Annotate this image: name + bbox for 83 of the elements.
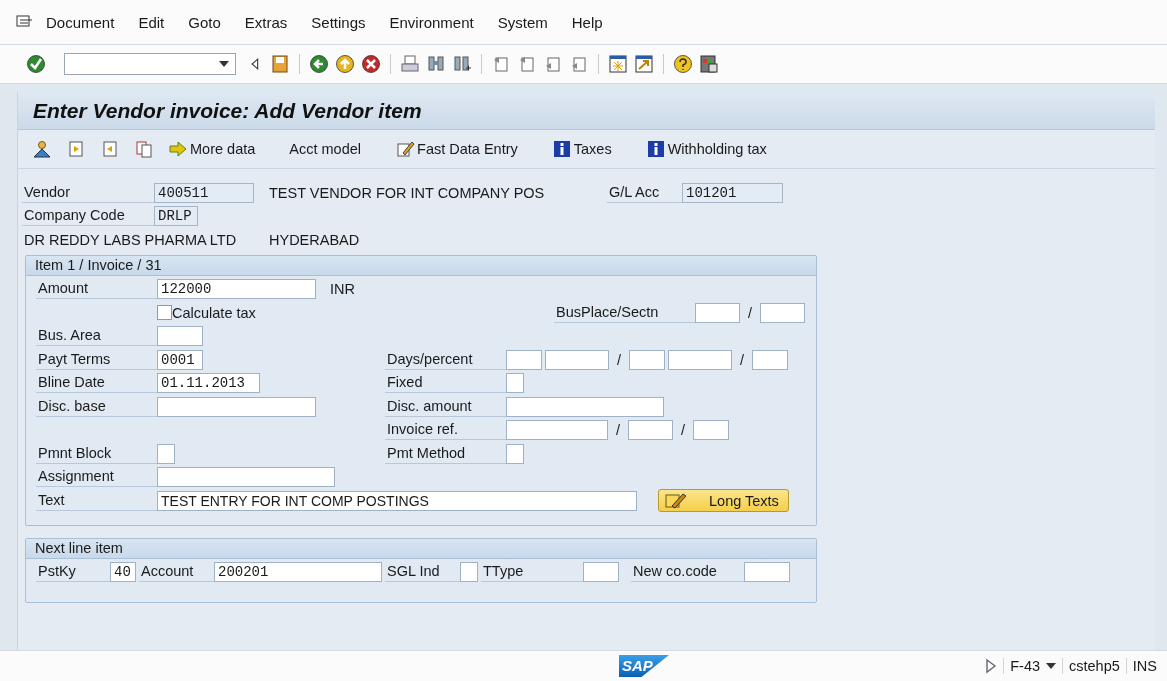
menu-item[interactable]: Extras — [232, 13, 300, 31]
save-icon[interactable] — [270, 54, 290, 74]
menu-item[interactable]: Goto — [176, 13, 233, 31]
discount-amount-field[interactable] — [506, 396, 664, 417]
menu-item[interactable]: System — [485, 13, 560, 31]
transaction-type-field[interactable] — [583, 562, 619, 583]
percent-field[interactable] — [545, 349, 609, 370]
posting-key-field[interactable]: 40 — [110, 562, 136, 583]
info-icon[interactable] — [645, 139, 666, 159]
calculate-tax-checkbox[interactable] — [157, 305, 172, 321]
separator-text: / — [740, 351, 745, 368]
menu-item[interactable]: Edit — [126, 13, 177, 31]
text-field[interactable]: TEST ENTRY FOR INT COMP POSTINGS — [157, 490, 637, 511]
arrow-icon[interactable] — [168, 139, 188, 159]
system-name: cstehp5 — [1062, 658, 1126, 674]
separator-text: / — [681, 422, 686, 439]
find-icon[interactable] — [426, 54, 446, 74]
section-field[interactable] — [760, 302, 806, 323]
pencil-icon — [665, 491, 687, 510]
payment-block-field[interactable] — [157, 443, 175, 464]
cancel-icon[interactable] — [361, 54, 381, 74]
sap-logo: SAP — [619, 655, 669, 677]
toolbar-button[interactable]: Withholding tax — [641, 139, 771, 159]
frame-title: Item 1 / Invoice / 31 — [26, 255, 816, 276]
city-name: HYDERABAD — [269, 231, 360, 248]
amount-field[interactable]: 122000 — [157, 279, 316, 300]
sgl-indicator-field[interactable] — [460, 562, 478, 583]
fiscal-year-field[interactable] — [628, 420, 674, 441]
assignment-field[interactable] — [157, 467, 335, 488]
busplace-field[interactable] — [695, 302, 740, 323]
back-icon[interactable] — [309, 54, 329, 74]
play-triangle-icon[interactable] — [985, 658, 998, 674]
menu-icon[interactable] — [16, 14, 34, 30]
edit-icon[interactable] — [395, 139, 416, 159]
help-icon[interactable] — [673, 54, 693, 74]
days-field[interactable] — [629, 349, 666, 370]
checkbox-label: Calculate tax — [172, 304, 257, 321]
layout-icon[interactable] — [699, 54, 719, 74]
long-texts-button[interactable]: Long Texts — [658, 489, 789, 513]
toolbar-button[interactable]: More data — [164, 139, 260, 159]
company-code-field[interactable]: DRLP — [154, 206, 198, 227]
fixed-field[interactable] — [506, 373, 524, 394]
invoice-ref-field[interactable] — [506, 420, 608, 441]
menu-item[interactable]: Document — [34, 13, 127, 31]
info-icon[interactable] — [551, 139, 572, 159]
percent-field[interactable] — [668, 349, 733, 370]
line-item-field[interactable] — [693, 420, 730, 441]
toolbar-button[interactable]: Acct model — [285, 141, 366, 157]
menu-item[interactable]: Help — [559, 13, 615, 31]
separator-text: / — [616, 422, 621, 439]
menu-item[interactable]: Settings — [299, 13, 378, 31]
separator-text: / — [617, 351, 622, 368]
discount-base-field[interactable] — [157, 396, 316, 417]
toolbar-button[interactable]: Fast Data Entry — [391, 139, 522, 159]
gl-account-field[interactable]: 101201 — [682, 182, 783, 203]
find-next-icon[interactable] — [452, 54, 472, 74]
days-field[interactable] — [506, 349, 542, 370]
screen-title: Enter Vendor invoice: Add Vendor item — [33, 98, 422, 123]
new-company-code-field[interactable] — [744, 562, 790, 583]
print-icon[interactable] — [400, 54, 420, 74]
command-field[interactable] — [64, 53, 236, 75]
currency-text: INR — [330, 281, 355, 298]
menu-item[interactable]: Environment — [377, 13, 486, 31]
separator-text: / — [748, 304, 753, 321]
new-session-icon[interactable] — [608, 54, 628, 74]
shortcut-icon[interactable] — [634, 54, 654, 74]
exit-icon[interactable] — [335, 54, 355, 74]
transaction-code[interactable]: F-43 — [1003, 658, 1063, 674]
frame-title: Next line item — [26, 538, 816, 559]
payment-method-field[interactable] — [506, 443, 524, 464]
check-icon[interactable] — [26, 54, 46, 74]
vendor-name: TEST VENDOR FOR INT COMPANY POS — [269, 184, 546, 201]
dropdown-icon[interactable] — [1046, 663, 1057, 669]
input-mode: INS — [1125, 658, 1163, 674]
vendor-field[interactable]: 400511 — [154, 182, 254, 203]
baseline-date-field[interactable]: 01.11.2013 — [157, 373, 260, 394]
toolbar-button[interactable]: Taxes — [547, 139, 616, 159]
account-field[interactable]: 200201 — [214, 562, 382, 583]
dropdown-icon[interactable] — [219, 61, 229, 67]
payment-terms-field[interactable]: 0001 — [157, 349, 203, 370]
days-field[interactable] — [752, 349, 789, 370]
bus-area-field[interactable] — [157, 326, 203, 347]
company-name: DR REDDY LABS PHARMA LTD — [23, 231, 238, 248]
